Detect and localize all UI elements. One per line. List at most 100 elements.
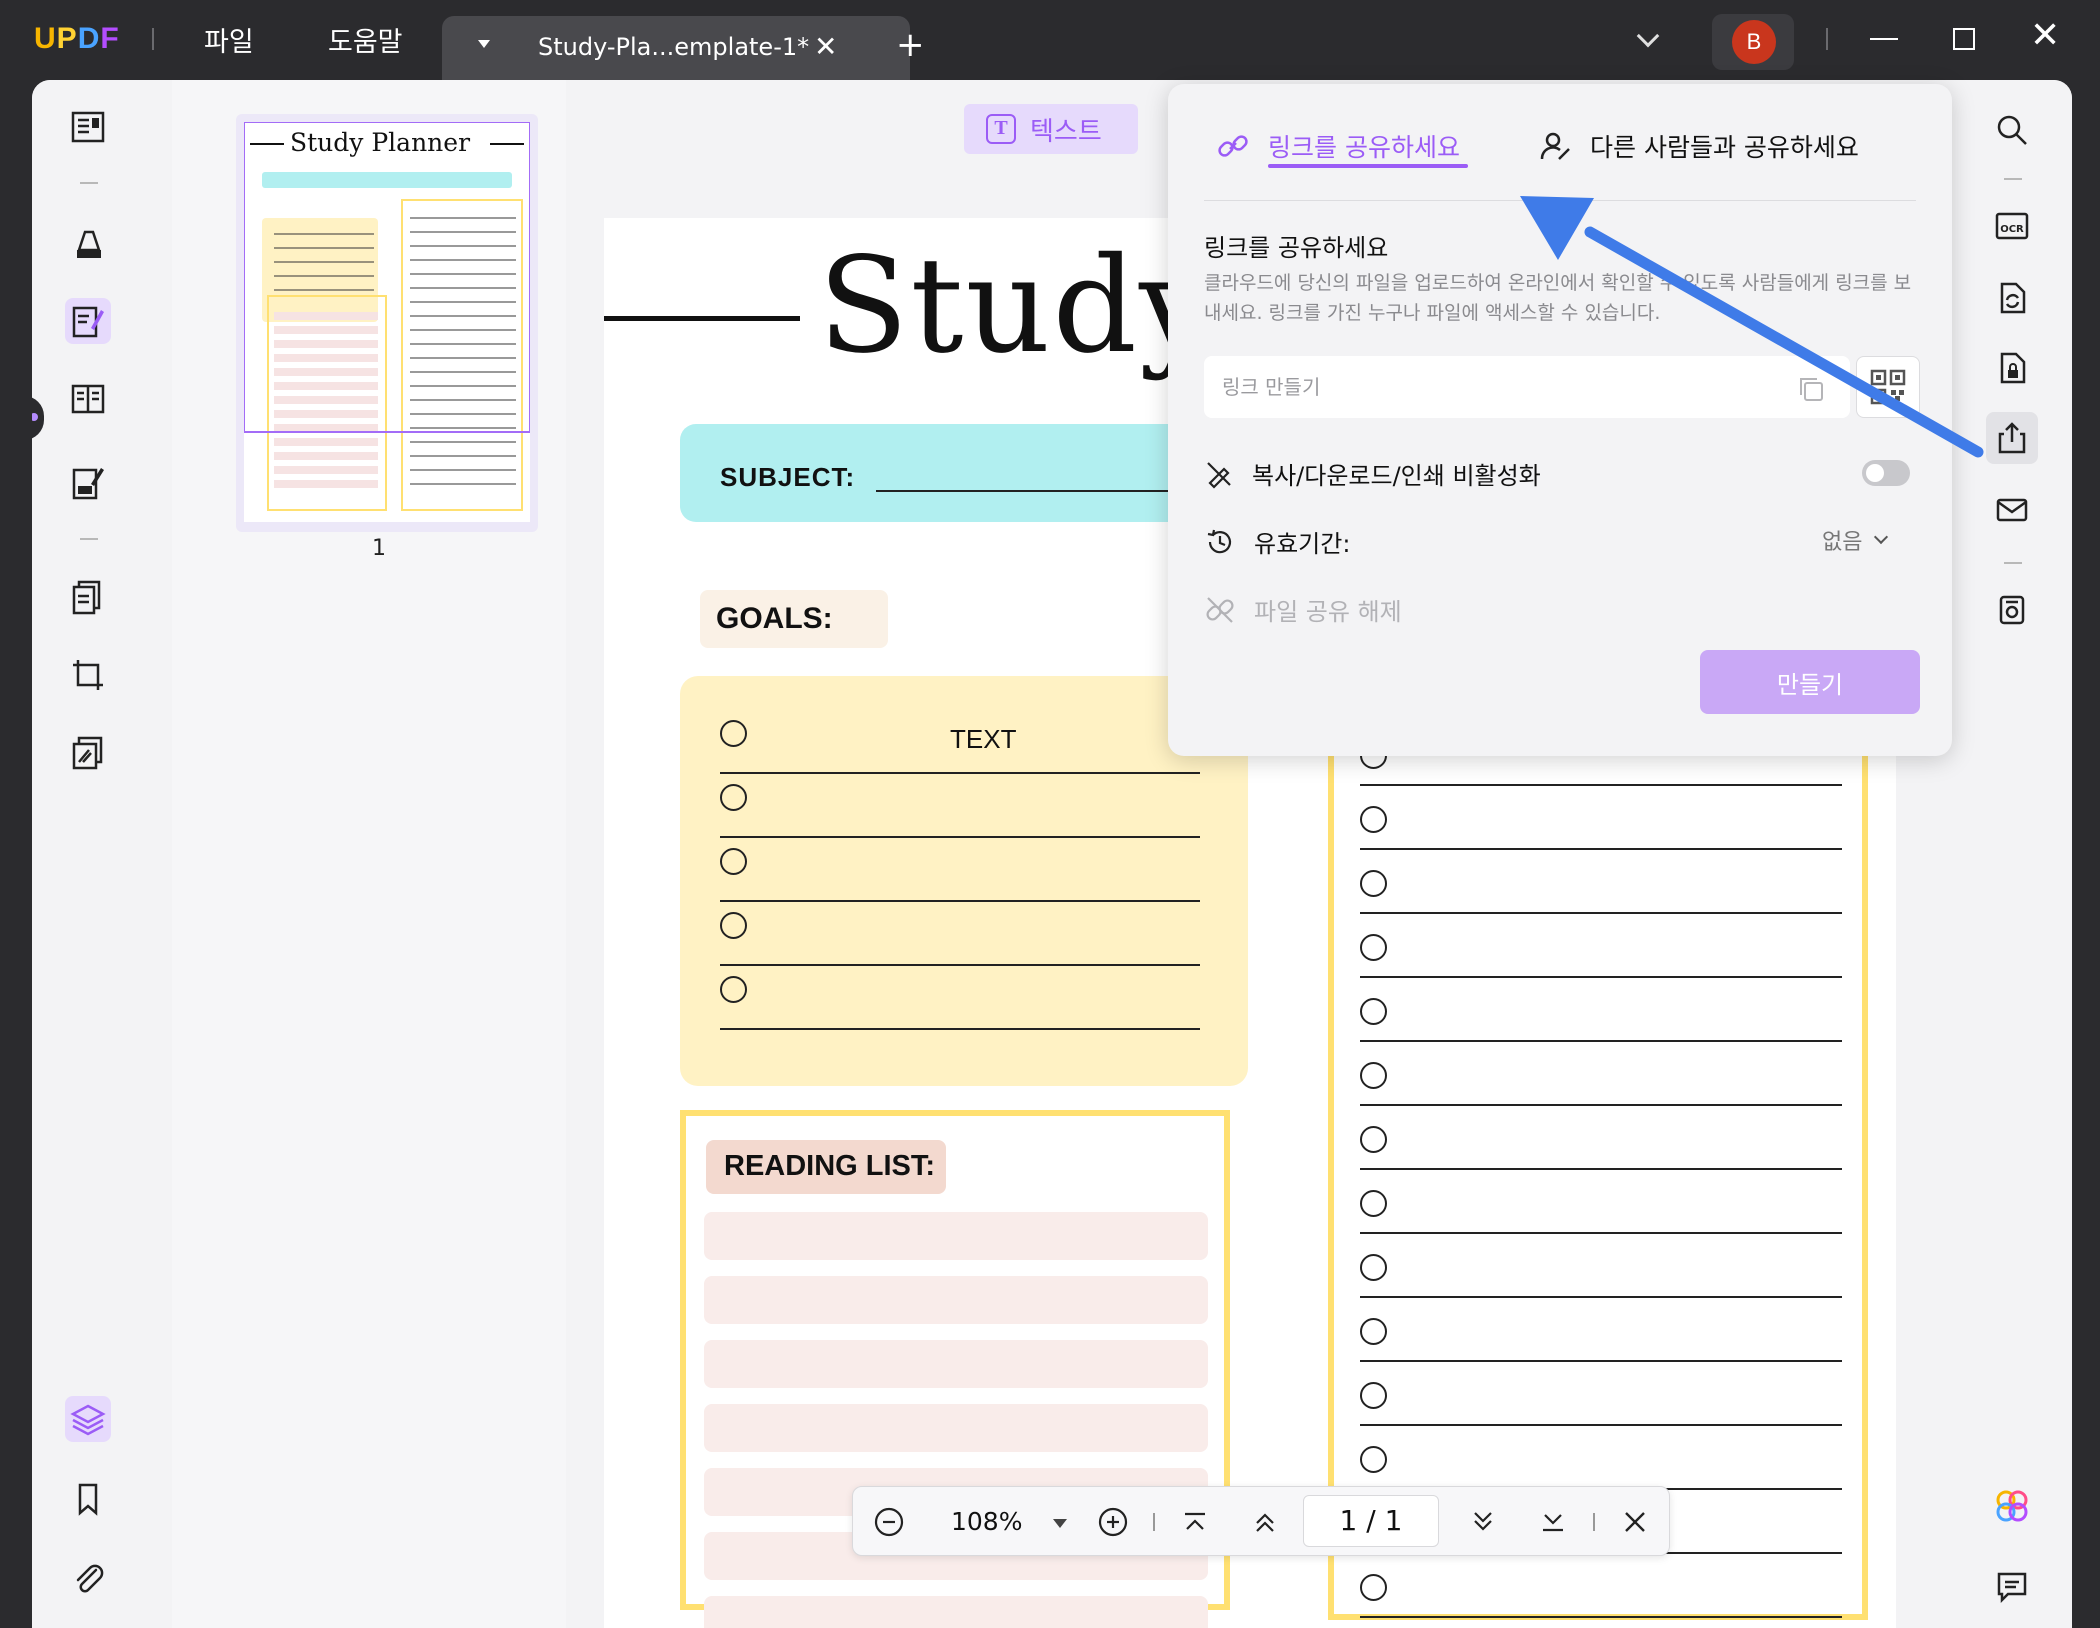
note-checkbox[interactable] bbox=[1360, 1126, 1387, 1153]
fill-sign-icon[interactable] bbox=[65, 460, 111, 506]
close-zoombar-icon[interactable] bbox=[1617, 1504, 1653, 1540]
goal-row[interactable] bbox=[720, 838, 1200, 902]
reading-list-row[interactable] bbox=[704, 1276, 1208, 1324]
link-input[interactable] bbox=[1204, 356, 1850, 418]
expiry-select[interactable]: 없음 bbox=[1822, 524, 1889, 556]
goal-row[interactable] bbox=[720, 902, 1200, 966]
goal-row[interactable] bbox=[720, 774, 1200, 838]
save-icon[interactable] bbox=[1986, 584, 2038, 636]
reading-list-row[interactable] bbox=[704, 1340, 1208, 1388]
goal-checkbox[interactable] bbox=[720, 912, 747, 939]
page-thumbnail[interactable]: Study Planner bbox=[236, 114, 538, 532]
tab-share-people[interactable]: 다른 사람들과 공유하세요 bbox=[1538, 128, 1859, 164]
qr-code-button[interactable] bbox=[1856, 356, 1920, 418]
note-row[interactable] bbox=[1360, 1362, 1842, 1426]
minimize-icon[interactable] bbox=[1870, 38, 1898, 40]
note-row[interactable] bbox=[1360, 1042, 1842, 1106]
attachment-icon[interactable] bbox=[65, 1556, 111, 1602]
note-row[interactable] bbox=[1360, 1554, 1842, 1618]
note-checkbox[interactable] bbox=[1360, 870, 1387, 897]
comment-list-icon[interactable] bbox=[1986, 1560, 2038, 1612]
bookmark-icon[interactable] bbox=[65, 1476, 111, 1522]
note-checkbox[interactable] bbox=[1360, 934, 1387, 961]
note-row[interactable] bbox=[1360, 786, 1842, 850]
note-checkbox[interactable] bbox=[1360, 1062, 1387, 1089]
unshare-row[interactable]: 파일 공유 해제 bbox=[1204, 592, 1402, 627]
search-icon[interactable] bbox=[1986, 104, 2038, 156]
document-tab[interactable]: Study-Pla...emplate-1* ✕ bbox=[442, 16, 910, 80]
zoom-dropdown-icon[interactable] bbox=[1053, 1519, 1067, 1528]
previous-page-icon[interactable] bbox=[1247, 1504, 1283, 1540]
tab-close-icon[interactable]: ✕ bbox=[814, 30, 837, 63]
menu-file[interactable]: 파일 bbox=[204, 20, 254, 59]
convert-icon[interactable] bbox=[65, 730, 111, 776]
note-row[interactable] bbox=[1360, 1298, 1842, 1362]
page-separator: / bbox=[1366, 1504, 1376, 1537]
highlighter-icon[interactable] bbox=[65, 220, 111, 266]
goal-checkbox[interactable] bbox=[720, 720, 747, 747]
menu-help[interactable]: 도움말 bbox=[328, 20, 403, 59]
text-edit-mode-button[interactable]: T 텍스트 bbox=[964, 104, 1138, 154]
maximize-icon[interactable] bbox=[1953, 28, 1975, 50]
goal-text[interactable]: TEXT bbox=[950, 724, 1016, 755]
new-tab-icon[interactable]: + bbox=[896, 28, 925, 62]
reader-mode-icon[interactable] bbox=[65, 104, 111, 150]
goal-checkbox[interactable] bbox=[720, 976, 747, 1003]
crop-icon[interactable] bbox=[65, 652, 111, 698]
first-page-icon[interactable] bbox=[1177, 1504, 1213, 1540]
title-separator bbox=[152, 28, 154, 50]
page-number-field[interactable]: 1 / 1 bbox=[1303, 1495, 1439, 1547]
layers-icon[interactable] bbox=[65, 1396, 111, 1442]
note-row[interactable] bbox=[1360, 914, 1842, 978]
note-row[interactable] bbox=[1360, 1106, 1842, 1170]
organize-pages-icon[interactable] bbox=[65, 574, 111, 620]
edit-pdf-icon[interactable] bbox=[65, 298, 111, 344]
goal-checkbox[interactable] bbox=[720, 784, 747, 811]
tab-share-link[interactable]: 링크를 공유하세요 bbox=[1216, 128, 1460, 164]
zoom-in-icon[interactable] bbox=[1095, 1504, 1131, 1540]
ai-assistant-icon[interactable] bbox=[1986, 1480, 2038, 1532]
create-link-button[interactable]: 만들기 bbox=[1700, 650, 1920, 714]
window-close-icon[interactable]: ✕ bbox=[2030, 18, 2060, 54]
thumbnail-title: Study Planner bbox=[290, 128, 471, 157]
goal-row[interactable]: TEXT bbox=[720, 710, 1200, 774]
note-checkbox[interactable] bbox=[1360, 1190, 1387, 1217]
note-checkbox[interactable] bbox=[1360, 1446, 1387, 1473]
page-layout-icon[interactable] bbox=[65, 376, 111, 422]
account-button[interactable]: B bbox=[1712, 14, 1794, 70]
goal-row[interactable] bbox=[720, 966, 1200, 1030]
title-rule bbox=[604, 316, 800, 321]
note-checkbox[interactable] bbox=[1360, 1382, 1387, 1409]
copy-icon[interactable] bbox=[1796, 374, 1826, 404]
convert-pdf-icon[interactable] bbox=[1986, 272, 2038, 324]
note-row[interactable] bbox=[1360, 1426, 1842, 1490]
reading-list-row[interactable] bbox=[704, 1212, 1208, 1260]
reading-list-row[interactable] bbox=[704, 1404, 1208, 1452]
goal-checkbox[interactable] bbox=[720, 848, 747, 875]
note-checkbox[interactable] bbox=[1360, 1318, 1387, 1345]
zoom-out-icon[interactable] bbox=[871, 1504, 907, 1540]
email-icon[interactable] bbox=[1986, 484, 2038, 536]
tab-list-chevron-icon[interactable] bbox=[1636, 24, 1660, 48]
note-row[interactable] bbox=[1360, 850, 1842, 914]
note-checkbox[interactable] bbox=[1360, 806, 1387, 833]
title-bar: UPDF 파일 도움말 Study-Pla...emplate-1* ✕ + B… bbox=[0, 0, 2100, 80]
disable-copy-row: 복사/다운로드/인쇄 비활성화 bbox=[1204, 456, 1541, 491]
note-checkbox[interactable] bbox=[1360, 998, 1387, 1025]
ocr-icon[interactable]: OCR bbox=[1986, 200, 2038, 252]
protect-pdf-icon[interactable] bbox=[1986, 342, 2038, 394]
zoom-level[interactable]: 108% bbox=[951, 1507, 1022, 1536]
note-checkbox[interactable] bbox=[1360, 1574, 1387, 1601]
note-checkbox[interactable] bbox=[1360, 1254, 1387, 1281]
note-row[interactable] bbox=[1360, 978, 1842, 1042]
next-page-icon[interactable] bbox=[1465, 1504, 1501, 1540]
tab-dropdown-icon[interactable] bbox=[478, 40, 490, 48]
unlink-icon bbox=[1206, 596, 1234, 623]
note-row[interactable] bbox=[1360, 1234, 1842, 1298]
reading-list-row[interactable] bbox=[704, 1596, 1208, 1628]
share-icon[interactable] bbox=[1986, 412, 2038, 464]
note-row[interactable] bbox=[1360, 1170, 1842, 1234]
last-page-icon[interactable] bbox=[1535, 1504, 1571, 1540]
disable-copy-toggle[interactable] bbox=[1862, 460, 1910, 486]
document-title[interactable]: Study bbox=[818, 240, 1216, 372]
